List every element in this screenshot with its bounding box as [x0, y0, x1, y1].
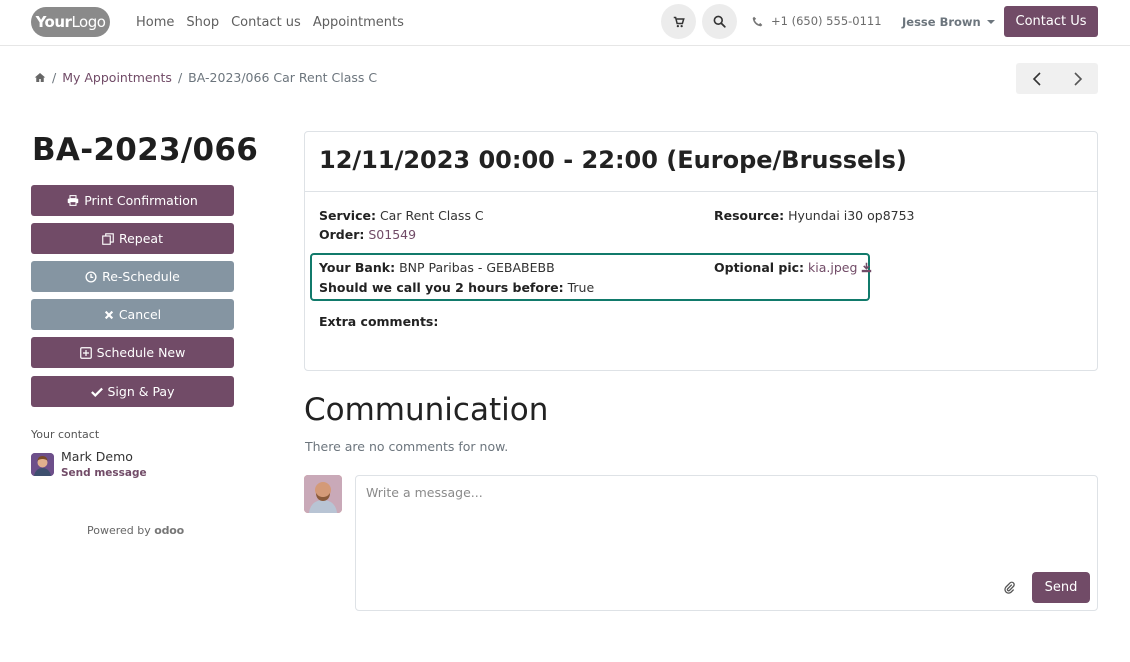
chevron-right-icon — [1073, 71, 1082, 86]
download-icon[interactable] — [861, 262, 872, 273]
user-avatar — [304, 475, 342, 513]
sign-pay-label: Sign & Pay — [107, 384, 175, 399]
cancel-button[interactable]: Cancel — [31, 299, 234, 330]
extra-comments-label: Extra comments: — [319, 314, 439, 329]
breadcrumb: / My Appointments / BA-2023/066 Car Rent… — [34, 70, 377, 85]
odoo-logo[interactable]: odoo — [154, 524, 184, 537]
phone-icon — [752, 16, 763, 26]
message-composer[interactable]: Write a message... Send — [355, 475, 1098, 611]
clock-icon — [85, 270, 97, 283]
paperclip-icon — [1004, 581, 1015, 594]
powered-by: Powered by odoo — [87, 524, 184, 537]
breadcrumb-separator: / — [52, 70, 57, 85]
sign-pay-button[interactable]: Sign & Pay — [31, 376, 234, 407]
schedule-new-label: Schedule New — [96, 345, 186, 360]
copy-icon — [102, 232, 114, 245]
communication-title: Communication — [304, 392, 549, 428]
reschedule-label: Re-Schedule — [102, 269, 180, 284]
print-icon — [67, 195, 79, 206]
chevron-down-icon — [986, 20, 995, 24]
card-divider — [305, 191, 1097, 192]
phone-link[interactable]: +1 (650) 555-0111 — [752, 14, 882, 28]
resource-label: Resource: — [714, 208, 785, 223]
extra-comments-field: Extra comments: — [319, 314, 438, 329]
nav-contact-us[interactable]: Contact us — [231, 15, 301, 30]
service-field: Service: Car Rent Class C — [319, 208, 484, 223]
order-label: Order: — [319, 227, 365, 242]
nav-shop[interactable]: Shop — [186, 15, 219, 30]
check-icon — [90, 387, 103, 397]
user-name: Jesse Brown — [902, 15, 981, 29]
order-field: Order: S01549 — [319, 227, 416, 242]
user-menu[interactable]: Jesse Brown — [902, 15, 995, 29]
brand-logo[interactable]: YourLogo — [31, 7, 110, 37]
contact-us-button[interactable]: Contact Us — [1004, 6, 1098, 37]
main-menu: Home Shop Contact us Appointments — [136, 0, 404, 44]
next-button[interactable] — [1057, 63, 1098, 94]
breadcrumb-separator: / — [177, 70, 183, 85]
reschedule-button[interactable]: Re-Schedule — [31, 261, 234, 292]
optional-pic-field: Optional pic: kia.jpeg — [714, 260, 872, 275]
service-label: Service: — [319, 208, 376, 223]
bank-value: BNP Paribas - GEBABEBB — [399, 260, 555, 275]
your-contact-label: Your contact — [31, 428, 100, 441]
phone-number: +1 (650) 555-0111 — [771, 14, 882, 28]
plus-square-icon — [79, 346, 92, 359]
call-before-field: Should we call you 2 hours before: True — [319, 280, 594, 295]
nav-home[interactable]: Home — [136, 15, 174, 30]
attach-button[interactable] — [1003, 579, 1015, 598]
contact-avatar — [31, 453, 54, 476]
search-button[interactable] — [702, 4, 737, 39]
schedule-new-button[interactable]: Schedule New — [31, 337, 234, 368]
send-button[interactable]: Send — [1032, 572, 1090, 603]
breadcrumb-current: BA-2023/066 Car Rent Class C — [188, 70, 378, 85]
resource-field: Resource: Hyundai i30 op8753 — [714, 208, 915, 223]
cart-icon — [673, 16, 685, 27]
order-link[interactable]: S01549 — [368, 227, 416, 242]
appointment-card: 12/11/2023 00:00 - 22:00 (Europe/Brussel… — [304, 131, 1098, 371]
record-pager — [1016, 63, 1098, 94]
call-before-label: Should we call you 2 hours before: — [319, 280, 564, 295]
chevron-left-icon — [1032, 71, 1041, 86]
no-comments-text: There are no comments for now. — [305, 439, 509, 454]
cart-button[interactable] — [661, 4, 696, 39]
nav-appointments[interactable]: Appointments — [313, 15, 404, 30]
logo-text-bold: Your — [35, 13, 72, 31]
optional-pic-link[interactable]: kia.jpeg — [808, 260, 857, 275]
logo-text: Logo — [71, 13, 106, 31]
optional-pic-label: Optional pic: — [714, 260, 805, 275]
appointment-reference: BA-2023/066 — [32, 132, 259, 168]
service-value: Car Rent Class C — [379, 208, 484, 223]
repeat-label: Repeat — [118, 231, 163, 246]
times-icon — [104, 310, 113, 319]
send-message-link[interactable]: Send message — [61, 467, 147, 479]
breadcrumb-my-appointments[interactable]: My Appointments — [62, 70, 172, 85]
home-icon[interactable] — [34, 72, 46, 83]
search-icon — [713, 15, 726, 28]
contact-name[interactable]: Mark Demo — [61, 449, 133, 464]
appointment-datetime: 12/11/2023 00:00 - 22:00 (Europe/Brussel… — [319, 146, 907, 174]
print-confirmation-label: Print Confirmation — [84, 193, 198, 208]
top-navbar: YourLogo Home Shop Contact us Appointmen… — [0, 0, 1130, 46]
bank-label: Your Bank: — [319, 260, 396, 275]
cancel-label: Cancel — [118, 307, 162, 322]
previous-button[interactable] — [1016, 63, 1057, 94]
call-before-value: True — [567, 280, 595, 295]
resource-value: Hyundai i30 op8753 — [788, 208, 915, 223]
bank-field: Your Bank: BNP Paribas - GEBABEBB — [319, 260, 555, 275]
powered-by-label: Powered by — [87, 524, 151, 537]
message-input[interactable]: Write a message... — [366, 485, 483, 500]
print-confirmation-button[interactable]: Print Confirmation — [31, 185, 234, 216]
repeat-button[interactable]: Repeat — [31, 223, 234, 254]
